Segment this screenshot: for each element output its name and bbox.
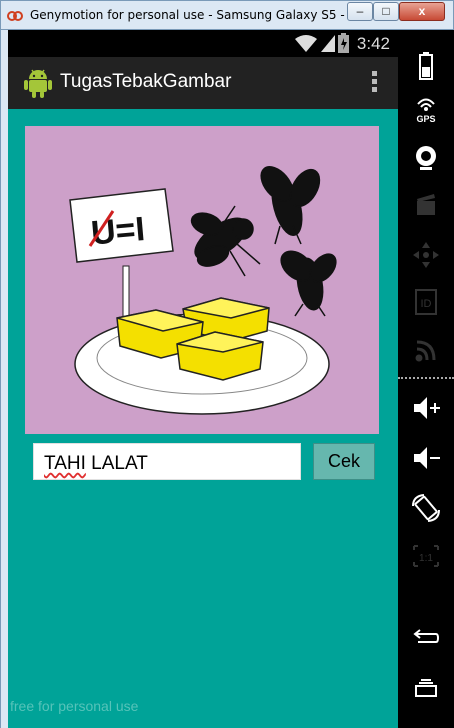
- svg-text:1:1: 1:1: [419, 553, 433, 564]
- volume-down-icon[interactable]: [398, 438, 454, 478]
- action-bar: TugasTebakGambar: [8, 57, 398, 109]
- toolbar-divider: [398, 377, 454, 379]
- recent-apps-icon[interactable]: [398, 668, 454, 708]
- genymotion-toolbar: GPS ID 1:1: [398, 30, 454, 728]
- puzzle-illustration: U=I: [69, 166, 337, 415]
- svg-text:GPS: GPS: [416, 114, 435, 124]
- volume-up-icon[interactable]: [398, 388, 454, 428]
- answer-input[interactable]: TAHI LALAT: [33, 443, 301, 480]
- cek-button[interactable]: Cek: [313, 443, 375, 480]
- window-title: Genymotion for personal use - Samsung Ga…: [30, 8, 391, 22]
- gps-icon[interactable]: GPS: [398, 88, 454, 128]
- status-time: 3:42: [356, 34, 390, 53]
- android-app-icon: [24, 69, 52, 98]
- battery-charging-icon: [338, 33, 349, 53]
- watermark-text: free for personal use: [10, 698, 139, 714]
- main-content: U=I TAHI LALAT Cek free for personal use: [8, 109, 398, 728]
- dpad-icon[interactable]: [398, 235, 454, 275]
- puzzle-picture: U=I: [25, 126, 379, 434]
- wifi-icon: [295, 35, 317, 52]
- maximize-button[interactable]: □: [373, 2, 399, 21]
- back-icon[interactable]: [398, 618, 454, 658]
- cast-icon[interactable]: [398, 330, 454, 370]
- genymotion-logo-icon: [7, 11, 23, 21]
- video-icon[interactable]: [398, 185, 454, 225]
- window-border: [0, 30, 8, 728]
- webcam-icon[interactable]: [398, 138, 454, 178]
- status-bar: 3:42: [8, 30, 398, 57]
- signal-icon: [321, 35, 335, 52]
- app-title: TugasTebakGambar: [60, 71, 232, 92]
- svg-text:ID: ID: [421, 298, 432, 310]
- id-icon[interactable]: ID: [398, 282, 454, 322]
- overflow-menu-icon[interactable]: [370, 71, 378, 95]
- minimize-button[interactable]: –: [347, 2, 373, 21]
- pixel-perfect-icon[interactable]: 1:1: [398, 536, 454, 576]
- battery-icon[interactable]: [398, 46, 454, 86]
- close-button[interactable]: x: [399, 2, 445, 21]
- window-titlebar[interactable]: Genymotion for personal use - Samsung Ga…: [0, 0, 454, 30]
- rotate-icon[interactable]: [398, 488, 454, 528]
